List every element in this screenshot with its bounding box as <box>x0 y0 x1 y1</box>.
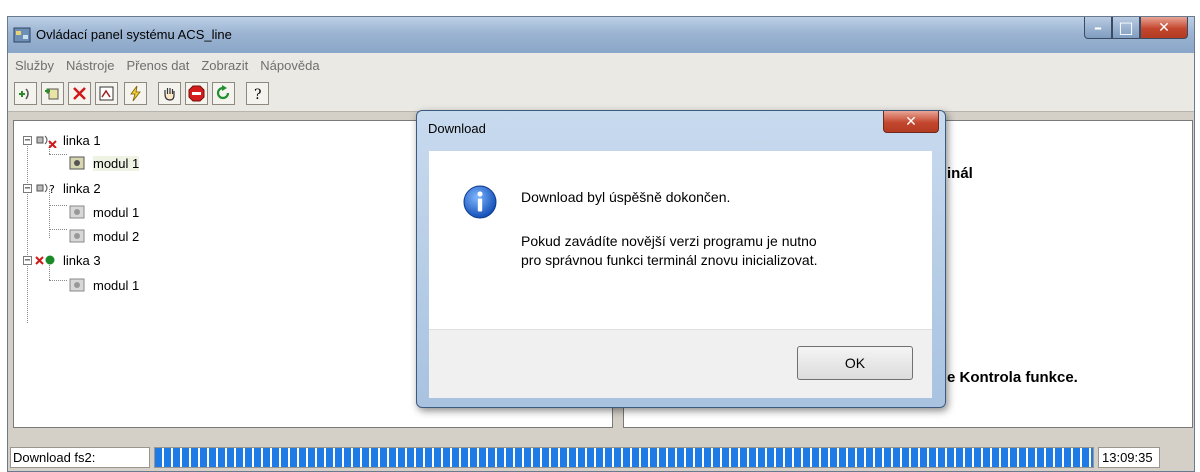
add-module-button[interactable] <box>41 82 64 105</box>
info-icon <box>463 185 497 219</box>
tree-node-modul[interactable]: modul 1 <box>69 274 139 296</box>
maximize-button[interactable]: □ <box>1112 17 1140 39</box>
stop-button[interactable] <box>185 82 208 105</box>
detail-text-top: inál <box>947 165 973 182</box>
dialog-footer: OK <box>429 329 932 398</box>
download-dialog: Download ✕ Download byl úspěšně dokončen… <box>416 110 946 408</box>
delete-button[interactable] <box>68 82 91 105</box>
app-icon <box>13 27 31 43</box>
properties-icon <box>99 86 114 101</box>
dialog-message-line1: Download byl úspěšně dokončen. <box>521 189 731 205</box>
tree-node-label: modul 2 <box>93 228 140 244</box>
ok-button[interactable]: OK <box>797 346 913 380</box>
hand-stop-icon <box>164 88 175 101</box>
tree-node-label: modul 1 <box>93 155 140 171</box>
tree-node-linka-3[interactable]: − linka 3 <box>23 249 101 271</box>
refresh-arrow-icon <box>216 85 230 100</box>
status-time: 13:09:35 <box>1098 447 1160 468</box>
window-controls: – □ ✕ <box>1084 17 1188 39</box>
tree-node-label: linka 2 <box>63 180 101 196</box>
close-button[interactable]: ✕ <box>1140 17 1188 39</box>
line-ok-icon <box>35 255 55 265</box>
lightning-icon <box>130 85 141 102</box>
minimize-button[interactable]: – <box>1084 17 1112 39</box>
module-icon <box>69 156 85 170</box>
menu-napoveda[interactable]: Nápověda <box>260 58 319 73</box>
status-label: Download fs2: <box>10 447 150 468</box>
collapse-toggle[interactable]: − <box>23 183 32 193</box>
title-bar[interactable]: Ovládací panel systému ACS_line – □ ✕ <box>8 17 1194 53</box>
tree-node-modul[interactable]: modul 2 <box>69 225 139 247</box>
tree-connector <box>49 280 67 281</box>
tree-node-label: modul 1 <box>93 277 140 293</box>
collapse-toggle[interactable]: − <box>23 255 32 265</box>
svg-text:?: ? <box>49 183 55 196</box>
progress-fill <box>155 448 1093 467</box>
progress-bar <box>154 447 1094 468</box>
stop-sign-icon <box>188 85 205 102</box>
tree-connector <box>49 205 67 206</box>
help-icon: ? <box>254 87 262 102</box>
dialog-close-button[interactable]: ✕ <box>883 111 939 133</box>
tree-node-modul[interactable]: modul 1 <box>69 152 140 174</box>
lightning-button[interactable] <box>124 82 147 105</box>
properties-button[interactable] <box>95 82 118 105</box>
tree-node-linka-1[interactable]: − linka 1 <box>23 129 101 151</box>
tree-node-label: linka 1 <box>63 132 101 148</box>
module-icon <box>69 229 85 243</box>
dialog-message-line3: pro správnou funkci terminál znovu inici… <box>521 252 818 268</box>
module-icon <box>69 278 85 292</box>
add-module-icon <box>45 88 59 100</box>
menu-zobrazit[interactable]: Zobrazit <box>201 58 248 73</box>
svg-text:?: ? <box>254 87 262 102</box>
tree-node-label: linka 3 <box>63 252 101 268</box>
delete-icon <box>73 87 86 100</box>
help-button[interactable]: ? <box>246 82 269 105</box>
menu-bar: Služby Nástroje Přenos dat Zobrazit Nápo… <box>8 53 1194 77</box>
menu-sluzby[interactable]: Služby <box>15 58 54 73</box>
tree-connector <box>27 141 28 323</box>
dialog-body: Download byl úspěšně dokončen. Pokud zav… <box>429 151 932 329</box>
toolbar: ? <box>8 77 1194 112</box>
window-title: Ovládací panel systému ACS_line <box>36 27 232 42</box>
tree-node-label: modul 1 <box>93 204 140 220</box>
collapse-toggle[interactable]: − <box>23 135 32 145</box>
add-line-button[interactable] <box>14 82 37 105</box>
dialog-title: Download <box>428 121 486 136</box>
tree-node-modul[interactable]: modul 1 <box>69 201 139 223</box>
refresh-button[interactable] <box>212 82 235 105</box>
add-line-icon <box>19 88 29 100</box>
tree-connector <box>49 229 67 230</box>
dialog-message-line2: Pokud zavádíte novější verzi programu je… <box>521 233 817 249</box>
line-unknown-icon: ? <box>36 183 55 196</box>
module-icon <box>69 205 85 219</box>
tree-connector <box>49 154 67 155</box>
detail-text-bottom: e Kontrola funkce. <box>947 369 1078 386</box>
line-error-icon <box>36 135 57 148</box>
menu-prenos-dat[interactable]: Přenos dat <box>126 58 189 73</box>
status-bar: Download fs2: 13:09:35 <box>8 443 1194 471</box>
tree-node-linka-2[interactable]: − ? linka 2 <box>23 177 101 199</box>
hand-stop-button[interactable] <box>158 82 181 105</box>
menu-nastroje[interactable]: Nástroje <box>66 58 114 73</box>
